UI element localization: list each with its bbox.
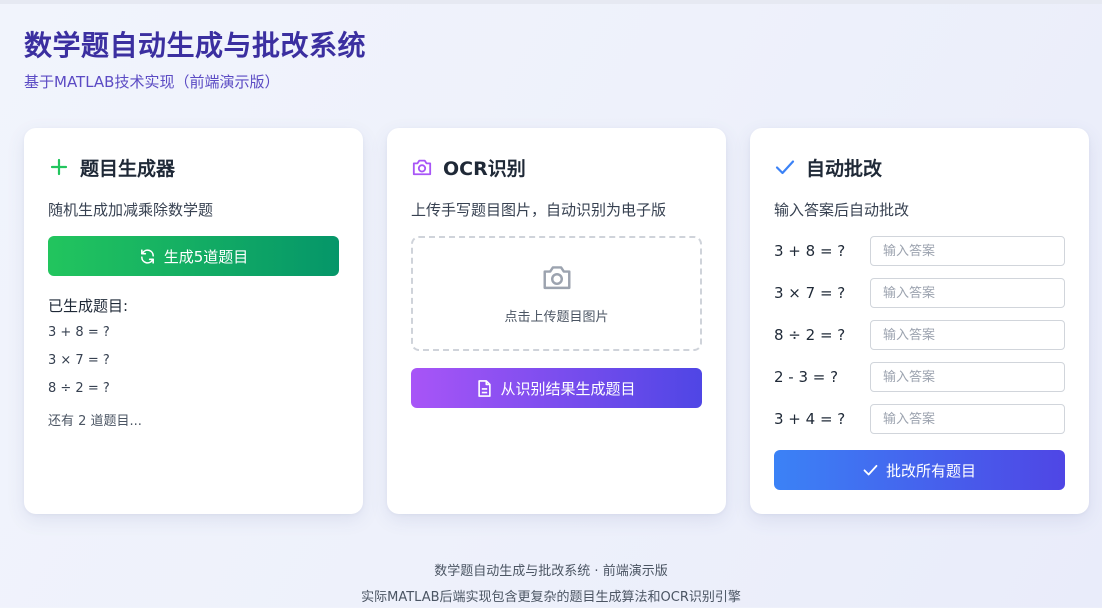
grading-card: 自动批改 输入答案后自动批改 3 + 8 = ? 3 × 7 = ? 8 ÷ 2… <box>750 128 1089 514</box>
ocr-card: OCR识别 上传手写题目图片，自动识别为电子版 点击上传题目图片 从识别结果生成… <box>387 128 726 514</box>
answer-input[interactable] <box>870 404 1065 434</box>
generated-label: 已生成题目: <box>48 297 129 315</box>
ocr-title: OCR识别 <box>443 157 526 180</box>
page-title: 数学题自动生成与批改系统 <box>24 29 367 62</box>
grading-row: 3 + 4 = ? <box>774 404 1065 434</box>
answer-input[interactable] <box>870 278 1065 308</box>
footer-line-2: 实际MATLAB后端实现包含更复杂的题目生成算法和OCR识别引擎 <box>361 590 741 605</box>
grading-row: 3 + 8 = ? <box>774 236 1065 266</box>
grading-row: 8 ÷ 2 = ? <box>774 320 1065 350</box>
plus-icon <box>48 156 70 178</box>
question-text: 3 × 7 = ? <box>774 284 846 302</box>
grade-button-label: 批改所有题目 <box>885 461 976 480</box>
grading-row: 3 × 7 = ? <box>774 278 1065 308</box>
footer-line-1: 数学题自动生成与批改系统 · 前端演示版 <box>434 564 668 579</box>
generate-questions-button[interactable]: 生成5道题目 <box>48 236 339 276</box>
document-icon <box>477 379 492 397</box>
list-item: 8 ÷ 2 = ? <box>48 381 110 396</box>
grading-description: 输入答案后自动批改 <box>774 201 910 219</box>
camera-icon <box>411 156 433 178</box>
generator-title: 题目生成器 <box>80 157 176 180</box>
generate-from-ocr-button[interactable]: 从识别结果生成题目 <box>411 368 702 408</box>
question-text: 8 ÷ 2 = ? <box>774 326 846 344</box>
ocr-header: OCR识别 <box>411 154 526 180</box>
ocr-button-label: 从识别结果生成题目 <box>500 379 636 398</box>
generate-button-label: 生成5道题目 <box>163 247 249 266</box>
answer-input[interactable] <box>870 236 1065 266</box>
top-border <box>0 0 1102 4</box>
check-icon <box>863 464 878 476</box>
question-text: 3 + 8 = ? <box>774 242 846 260</box>
upload-hint: 点击上传题目图片 <box>504 310 609 325</box>
grade-all-button[interactable]: 批改所有题目 <box>774 450 1065 490</box>
generated-question-list: 3 + 8 = ? 3 × 7 = ? 8 ÷ 2 = ? <box>48 326 110 410</box>
refresh-icon <box>139 248 156 265</box>
generator-description: 随机生成加减乘除数学题 <box>48 201 214 219</box>
list-item: 3 × 7 = ? <box>48 353 110 368</box>
answer-input[interactable] <box>870 320 1065 350</box>
page-footer: 数学题自动生成与批改系统 · 前端演示版 实际MATLAB后端实现包含更复杂的题… <box>0 562 1102 608</box>
ocr-description: 上传手写题目图片，自动识别为电子版 <box>411 201 667 219</box>
check-icon <box>774 156 796 178</box>
page-subtitle: 基于MATLAB技术实现（前端演示版） <box>24 73 280 91</box>
question-text: 3 + 4 = ? <box>774 410 846 428</box>
grading-row: 2 - 3 = ? <box>774 362 1065 392</box>
question-text: 2 - 3 = ? <box>774 368 839 386</box>
page-header: 数学题自动生成与批改系统 基于MATLAB技术实现（前端演示版） <box>24 28 366 92</box>
more-questions-text: 还有 2 道题目... <box>48 414 142 429</box>
answer-input[interactable] <box>870 362 1065 392</box>
list-item: 3 + 8 = ? <box>48 325 110 340</box>
image-upload-area[interactable]: 点击上传题目图片 <box>411 236 702 351</box>
generator-header: 题目生成器 <box>48 154 175 180</box>
camera-icon <box>540 262 574 296</box>
generator-card: 题目生成器 随机生成加减乘除数学题 生成5道题目 已生成题目: 3 + 8 = … <box>24 128 363 514</box>
grading-header: 自动批改 <box>774 154 882 180</box>
grading-title: 自动批改 <box>806 157 883 180</box>
